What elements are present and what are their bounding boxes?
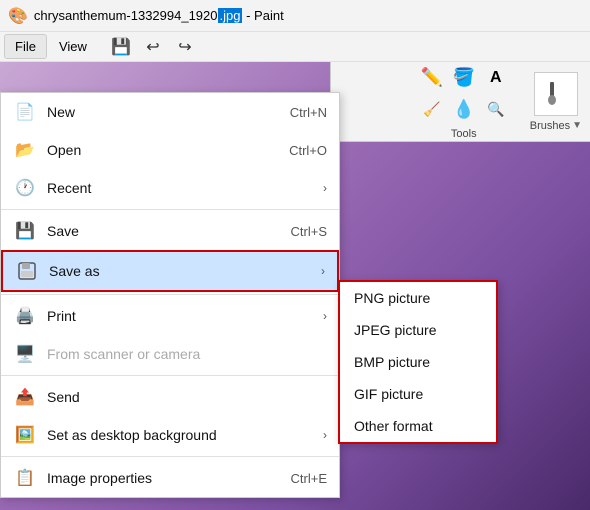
open-label: Open	[47, 142, 289, 158]
save-shortcut: Ctrl+S	[291, 224, 327, 239]
menu-view[interactable]: View	[49, 35, 97, 58]
menu-file[interactable]: File	[4, 34, 47, 59]
separator-4	[1, 456, 339, 457]
brushes-preview[interactable]	[534, 72, 578, 116]
menu-item-print[interactable]: 🖨️ Print ›	[1, 297, 339, 335]
new-shortcut: Ctrl+N	[290, 105, 327, 120]
print-icon: 🖨️	[13, 304, 37, 328]
submenu-jpeg[interactable]: JPEG picture	[340, 314, 496, 346]
brushes-label: Brushes	[530, 120, 570, 132]
save-label: Save	[47, 223, 291, 239]
undo-button[interactable]: ↩	[139, 33, 167, 61]
properties-icon: 📋	[13, 466, 37, 490]
zoom-icon[interactable]: 🔍	[482, 96, 510, 124]
menu-item-new[interactable]: 📄 New Ctrl+N	[1, 93, 339, 131]
tools-icons: ✏️ 🪣 A	[418, 64, 510, 92]
canvas-area: ✏️ 🪣 A 🧹 💧 🔍 Tools Brushes ▼	[0, 62, 590, 510]
print-label: Print	[47, 308, 319, 324]
scanner-label: From scanner or camera	[47, 346, 327, 362]
save-as-icon	[15, 259, 39, 283]
pencil-icon[interactable]: ✏️	[418, 64, 446, 92]
brushes-group: Brushes ▼	[530, 72, 582, 132]
title-bar-text: chrysanthemum-1332994_1920.jpg - Paint	[34, 8, 284, 23]
submenu-png[interactable]: PNG picture	[340, 282, 496, 314]
text-icon[interactable]: A	[482, 64, 510, 92]
menu-item-save[interactable]: 💾 Save Ctrl+S	[1, 212, 339, 250]
open-icon: 📂	[13, 138, 37, 162]
desktop-icon: 🖼️	[13, 423, 37, 447]
app-icon: 🎨	[8, 6, 28, 26]
save-as-label: Save as	[49, 263, 317, 279]
menu-item-send[interactable]: 📤 Send	[1, 378, 339, 416]
menu-item-scanner[interactable]: 🖥️ From scanner or camera	[1, 335, 339, 373]
tools-icons-2: 🧹 💧 🔍	[418, 96, 510, 124]
toolbar-icons: 💾 ↩ ↪	[107, 33, 199, 61]
recent-arrow: ›	[323, 181, 327, 195]
save-button[interactable]: 💾	[107, 33, 135, 61]
properties-shortcut: Ctrl+E	[291, 471, 327, 486]
submenu-other[interactable]: Other format	[340, 410, 496, 442]
picker-icon[interactable]: 💧	[450, 96, 478, 124]
new-label: New	[47, 104, 290, 120]
recent-label: Recent	[47, 180, 319, 196]
menu-item-properties[interactable]: 📋 Image properties Ctrl+E	[1, 459, 339, 497]
save-icon: 💾	[13, 219, 37, 243]
separator-2	[1, 294, 339, 295]
menu-item-save-as[interactable]: Save as ›	[1, 250, 339, 292]
submenu-gif[interactable]: GIF picture	[340, 378, 496, 410]
send-label: Send	[47, 389, 327, 405]
menu-item-desktop[interactable]: 🖼️ Set as desktop background ›	[1, 416, 339, 454]
title-bar: 🎨 chrysanthemum-1332994_1920.jpg - Paint	[0, 0, 590, 32]
brushes-chevron: ▼	[572, 120, 582, 131]
eraser-icon[interactable]: 🧹	[418, 96, 446, 124]
submenu-bmp[interactable]: BMP picture	[340, 346, 496, 378]
desktop-arrow: ›	[323, 428, 327, 442]
redo-button[interactable]: ↪	[171, 33, 199, 61]
new-icon: 📄	[13, 100, 37, 124]
fill-icon[interactable]: 🪣	[450, 64, 478, 92]
tools-group: ✏️ 🪣 A 🧹 💧 🔍 Tools	[418, 64, 510, 140]
ribbon-area: ✏️ 🪣 A 🧹 💧 🔍 Tools Brushes ▼	[330, 62, 590, 142]
save-as-submenu: PNG picture JPEG picture BMP picture GIF…	[338, 280, 498, 444]
properties-label: Image properties	[47, 470, 291, 486]
menu-item-recent[interactable]: 🕐 Recent ›	[1, 169, 339, 207]
open-shortcut: Ctrl+O	[289, 143, 327, 158]
tools-label: Tools	[451, 128, 477, 140]
desktop-label: Set as desktop background	[47, 427, 319, 443]
separator-1	[1, 209, 339, 210]
send-icon: 📤	[13, 385, 37, 409]
recent-icon: 🕐	[13, 176, 37, 200]
scanner-icon: 🖥️	[13, 342, 37, 366]
menu-bar: File View 💾 ↩ ↪	[0, 32, 590, 62]
separator-3	[1, 375, 339, 376]
print-arrow: ›	[323, 309, 327, 323]
file-menu: 📄 New Ctrl+N 📂 Open Ctrl+O 🕐 Recent › 💾 …	[0, 92, 340, 498]
menu-item-open[interactable]: 📂 Open Ctrl+O	[1, 131, 339, 169]
save-as-arrow: ›	[321, 264, 325, 278]
